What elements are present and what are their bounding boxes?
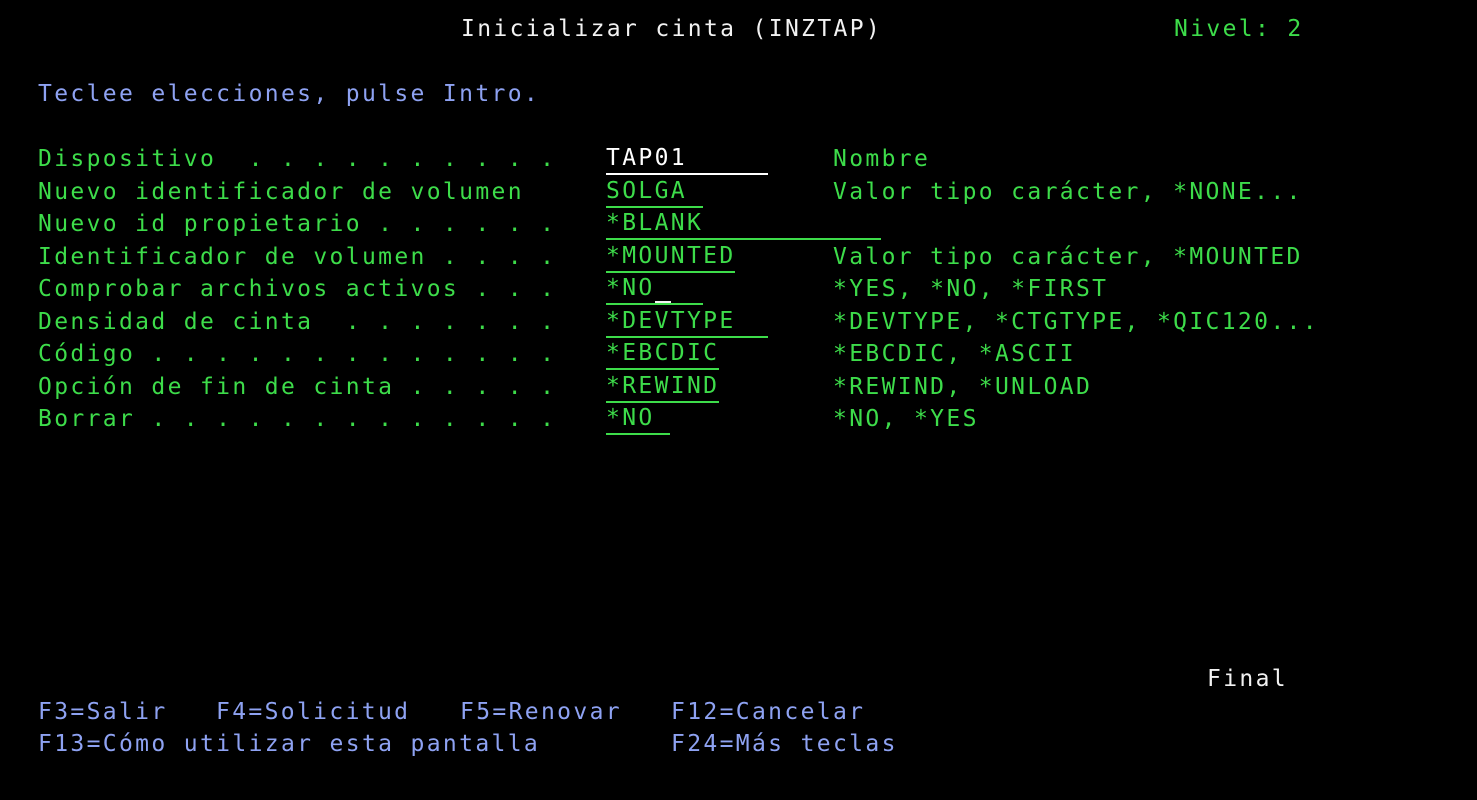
- param-hint: *REWIND, *UNLOAD: [833, 374, 1093, 400]
- param-label: Comprobar archivos activos . . .: [38, 276, 557, 302]
- f24-more-keys-key[interactable]: F24=Más teclas: [671, 728, 898, 760]
- f3-exit-key[interactable]: F3=Salir: [38, 696, 168, 728]
- end-of-tape-option-field[interactable]: *REWIND: [606, 371, 719, 403]
- param-label: Identificador de volumen . . . .: [38, 244, 557, 270]
- param-label: Nuevo identificador de volumen: [38, 179, 524, 205]
- list-status-indicator: Final: [1207, 666, 1288, 692]
- instruction-text: Teclee elecciones, pulse Intro.: [38, 81, 541, 107]
- param-label: Opción de fin de cinta . . . . .: [38, 374, 557, 400]
- param-hint: *DEVTYPE, *CTGTYPE, *QIC120...: [833, 309, 1319, 335]
- clear-field[interactable]: *NO: [606, 403, 670, 435]
- param-label: Dispositivo . . . . . . . . . .: [38, 146, 557, 172]
- code-field[interactable]: *EBCDIC: [606, 338, 719, 370]
- param-hint: *NO, *YES: [833, 406, 979, 432]
- param-hint: Valor tipo carácter, *MOUNTED: [833, 244, 1303, 270]
- param-label: Borrar . . . . . . . . . . . . .: [38, 406, 557, 432]
- new-volume-id-field[interactable]: SOLGA: [606, 176, 703, 208]
- f4-prompt-key[interactable]: F4=Solicitud: [216, 696, 410, 728]
- volume-id-field[interactable]: *MOUNTED: [606, 241, 735, 273]
- new-owner-id-field[interactable]: *BLANK: [606, 208, 881, 240]
- text-cursor: [655, 301, 671, 303]
- screen-title: Inicializar cinta (INZTAP): [461, 16, 883, 42]
- param-hint: *YES, *NO, *FIRST: [833, 276, 1109, 302]
- param-hint: *EBCDIC, *ASCII: [833, 341, 1076, 367]
- param-label: Densidad de cinta . . . . . . .: [38, 309, 557, 335]
- level-indicator: Nivel: 2: [1174, 16, 1304, 42]
- param-label: Nuevo id propietario . . . . . .: [38, 211, 557, 237]
- param-hint: Valor tipo carácter, *NONE...: [833, 179, 1303, 205]
- f13-help-key[interactable]: F13=Cómo utilizar esta pantalla: [38, 728, 540, 760]
- f5-refresh-key[interactable]: F5=Renovar: [460, 696, 622, 728]
- param-label: Código . . . . . . . . . . . . .: [38, 341, 557, 367]
- device-field[interactable]: TAP01: [606, 143, 768, 175]
- tape-density-field[interactable]: *DEVTYPE: [606, 306, 768, 338]
- param-hint: Nombre: [833, 146, 931, 172]
- f12-cancel-key[interactable]: F12=Cancelar: [671, 696, 865, 728]
